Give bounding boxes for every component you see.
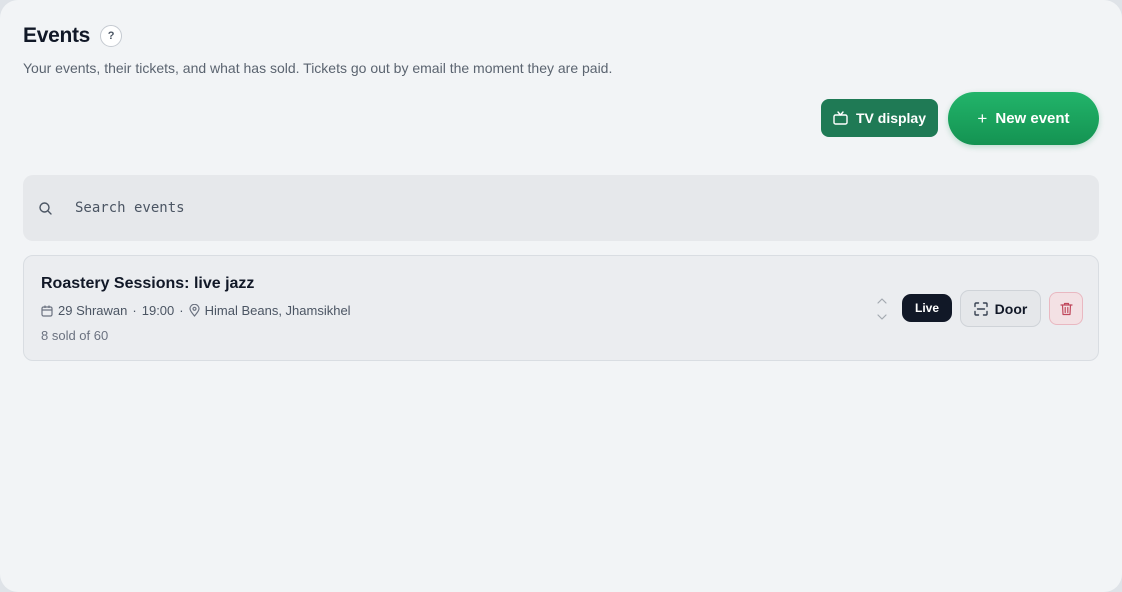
trash-icon [1059, 302, 1073, 315]
search-icon [39, 202, 52, 215]
door-button[interactable]: Door [960, 290, 1041, 327]
events-panel: Events ? Your events, their tickets, and… [0, 0, 1122, 592]
new-event-label: New event [995, 110, 1070, 127]
meta-separator: · [132, 303, 137, 318]
search-input[interactable] [75, 189, 1075, 227]
search-bar [23, 175, 1099, 241]
tv-display-label: TV display [855, 110, 927, 126]
reorder-arrows-icon[interactable] [874, 295, 890, 323]
calendar-icon [41, 305, 53, 317]
tv-display-button[interactable]: TV display [821, 99, 938, 137]
event-card[interactable]: Roastery Sessions: live jazz 29 Shrawan … [23, 255, 1099, 361]
event-name: Roastery Sessions: live jazz [41, 275, 255, 292]
page-subtitle: Your events, their tickets, and what has… [23, 60, 613, 76]
event-time: 19:00 [141, 303, 175, 318]
map-pin-icon [189, 304, 200, 317]
meta-separator: · [179, 303, 184, 318]
tv-icon [833, 111, 848, 125]
title-row: Events ? [23, 24, 123, 48]
question-icon: ? [107, 30, 115, 42]
event-venue: Himal Beans, Jhamsikhel [204, 303, 351, 318]
scan-icon [973, 301, 988, 316]
event-sold-count: 8 sold of 60 [41, 328, 109, 343]
new-event-button[interactable]: + New event [948, 92, 1099, 145]
page-title: Events [23, 24, 91, 47]
event-date: 29 Shrawan [58, 303, 128, 318]
plus-icon: + [977, 108, 988, 128]
help-button[interactable]: ? [100, 25, 123, 47]
status-badge: Live [902, 294, 952, 322]
door-label: Door [994, 300, 1028, 317]
event-meta: 29 Shrawan · 19:00 · Himal Beans, Jhamsi… [41, 303, 351, 318]
delete-event-button[interactable] [1049, 292, 1083, 325]
